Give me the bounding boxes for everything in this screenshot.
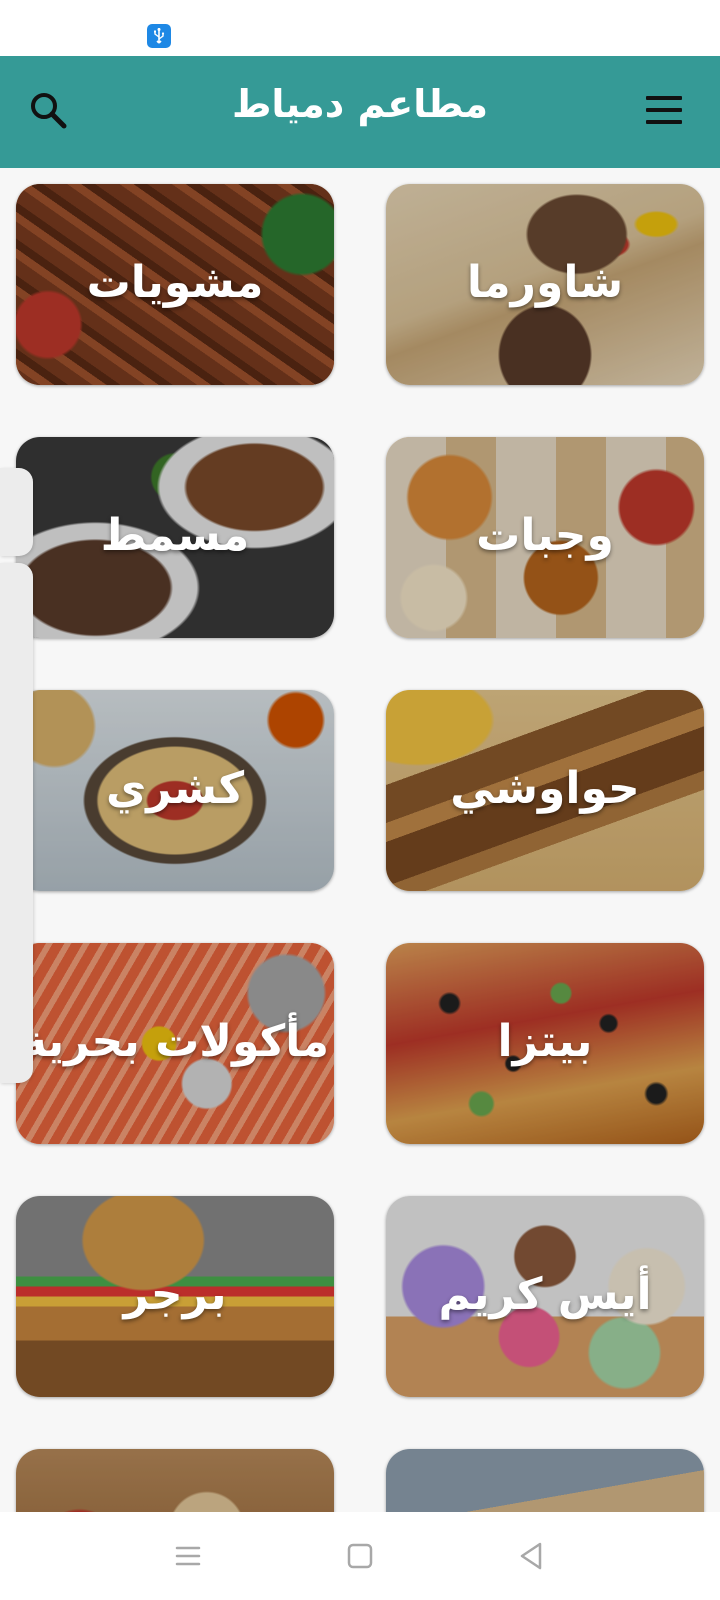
- category-grid: شاورما مشويات وجبات مسمط حواوشي كشري بيت…: [0, 168, 720, 1512]
- category-label: كشري: [105, 762, 245, 814]
- category-card-hawawshi[interactable]: حواوشي: [386, 690, 704, 891]
- status-bar: [0, 0, 720, 56]
- category-card-wrap[interactable]: [386, 1449, 704, 1512]
- back-icon[interactable]: [512, 1536, 552, 1576]
- category-card-burger[interactable]: برجر: [16, 1196, 334, 1397]
- category-card-meals[interactable]: وجبات: [386, 437, 704, 638]
- menu-icon[interactable]: [640, 86, 688, 134]
- category-label: بيتزا: [497, 1015, 593, 1067]
- category-label: حواوشي: [450, 762, 640, 814]
- category-card-shawarma[interactable]: شاورما: [386, 184, 704, 385]
- edge-panel[interactable]: [0, 563, 33, 1083]
- category-card-ice-cream[interactable]: أيس كريم: [386, 1196, 704, 1397]
- category-card-grills[interactable]: مشويات: [16, 184, 334, 385]
- category-label: وجبات: [476, 509, 614, 561]
- category-label: مشويات: [86, 256, 264, 308]
- category-card-pizza[interactable]: بيتزا: [386, 943, 704, 1144]
- category-label: برجر: [123, 1268, 227, 1320]
- usb-icon: [147, 24, 171, 48]
- category-label: مسمط: [100, 509, 250, 561]
- page-title: مطاعم دمياط: [231, 82, 489, 126]
- category-card-masmat[interactable]: مسمط: [16, 437, 334, 638]
- category-card-mezze[interactable]: [16, 1449, 334, 1512]
- system-nav-bar: [0, 1512, 720, 1600]
- category-label: مأكولات بحرية: [20, 1015, 330, 1067]
- home-icon[interactable]: [340, 1536, 380, 1576]
- edge-panel-handle[interactable]: [0, 468, 33, 556]
- app-bar: مطاعم دمياط: [0, 56, 720, 168]
- category-card-koshary[interactable]: كشري: [16, 690, 334, 891]
- recents-icon[interactable]: [168, 1536, 208, 1576]
- category-label: شاورما: [466, 256, 624, 308]
- search-icon[interactable]: [24, 86, 72, 134]
- category-card-seafood[interactable]: مأكولات بحرية: [16, 943, 334, 1144]
- category-label: أيس كريم: [438, 1268, 652, 1320]
